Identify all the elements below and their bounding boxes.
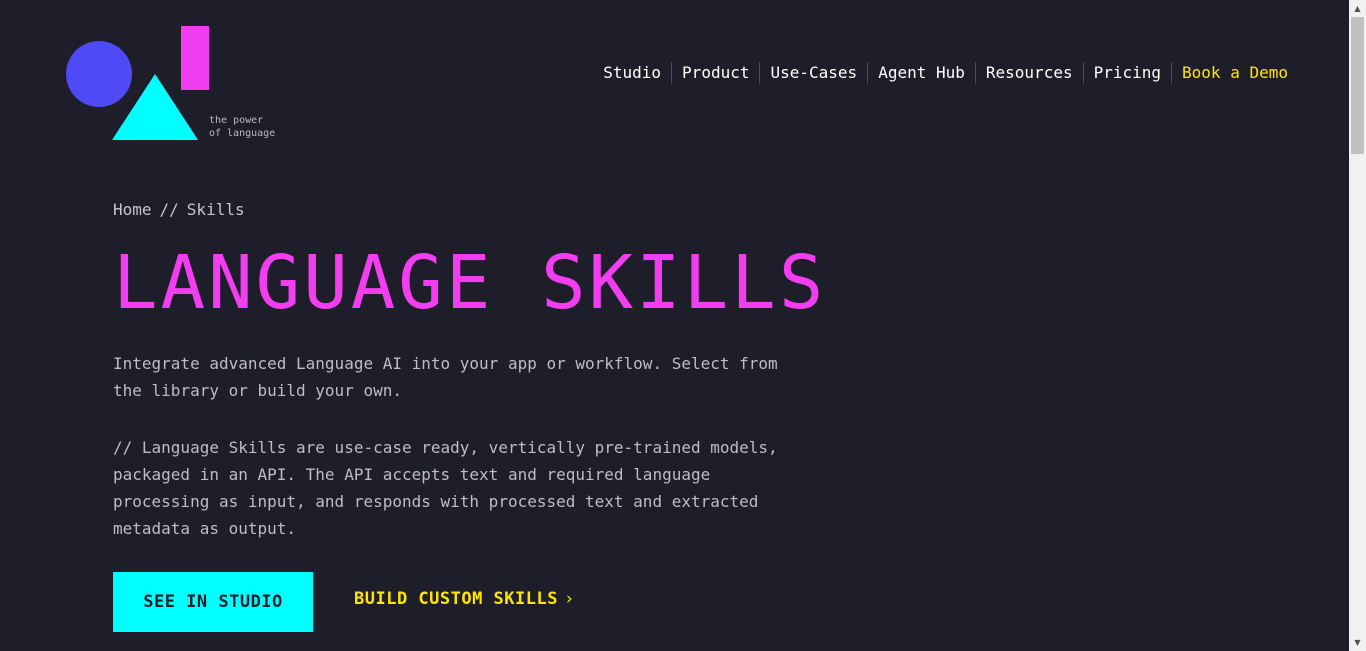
scroll-up-arrow-icon[interactable]: ▲ bbox=[1349, 0, 1366, 17]
nav-item-use-cases[interactable]: Use-Cases bbox=[759, 62, 867, 84]
page-title: LANGUAGE SKILLS bbox=[113, 240, 827, 326]
scrollbar-thumb[interactable] bbox=[1351, 17, 1364, 154]
main-nav: Studio Product Use-Cases Agent Hub Resou… bbox=[593, 62, 1288, 84]
hero-intro-text: Integrate advanced Language AI into your… bbox=[113, 354, 778, 400]
nav-item-book-a-demo[interactable]: Book a Demo bbox=[1171, 62, 1288, 84]
breadcrumb-home-link[interactable]: Home bbox=[113, 200, 152, 219]
chevron-right-icon: › bbox=[563, 589, 575, 609]
logo-tagline: the power of language bbox=[209, 114, 275, 140]
breadcrumb-separator: // bbox=[159, 200, 179, 219]
vertical-scrollbar[interactable]: ▲ ▼ bbox=[1349, 0, 1366, 651]
build-custom-skills-link[interactable]: BUILD CUSTOM SKILLS › bbox=[354, 589, 575, 609]
nav-item-agent-hub[interactable]: Agent Hub bbox=[867, 62, 975, 84]
nav-item-studio[interactable]: Studio bbox=[593, 62, 671, 84]
breadcrumb-current: Skills bbox=[186, 200, 245, 219]
nav-item-pricing[interactable]: Pricing bbox=[1082, 62, 1171, 84]
logo-tagline-line2: of language bbox=[209, 128, 276, 139]
scroll-down-arrow-icon[interactable]: ▼ bbox=[1349, 634, 1366, 651]
breadcrumb: Home // Skills bbox=[113, 200, 245, 219]
see-in-studio-button[interactable]: SEE IN STUDIO bbox=[113, 572, 313, 632]
nav-item-resources[interactable]: Resources bbox=[974, 62, 1083, 84]
build-custom-skills-label: BUILD CUSTOM SKILLS bbox=[354, 589, 558, 609]
logo-tagline-line1: the power bbox=[209, 115, 264, 126]
hero-description-text: // Language Skills are use-case ready, v… bbox=[113, 438, 778, 538]
nav-item-product[interactable]: Product bbox=[671, 62, 759, 84]
logo[interactable]: the power of language bbox=[66, 26, 286, 146]
page: the power of language Studio Product Use… bbox=[0, 0, 1349, 651]
logo-triangle-shape bbox=[112, 74, 198, 140]
